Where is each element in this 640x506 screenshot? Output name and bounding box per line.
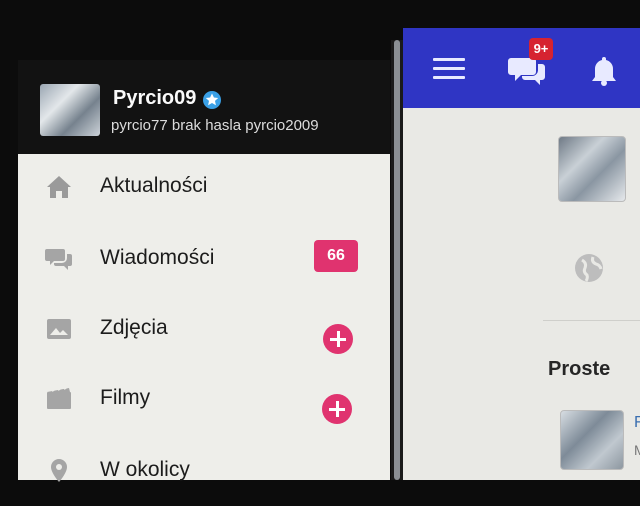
location-pin-icon bbox=[51, 459, 67, 482]
nav-item-aktualnosci[interactable]: Aktualności bbox=[18, 154, 390, 222]
chat-icon bbox=[45, 249, 72, 270]
bell-icon[interactable] bbox=[589, 54, 619, 86]
nav-item-w-okolicy[interactable]: W okolicy bbox=[18, 438, 390, 506]
nav-item-label: Filmy bbox=[100, 386, 151, 409]
app-content: 9+ Proste F M bbox=[403, 28, 640, 480]
photo-icon bbox=[47, 319, 71, 339]
home-icon bbox=[47, 176, 71, 198]
composer-avatar bbox=[558, 136, 626, 202]
nav-item-zdjecia[interactable]: Zdjęcia bbox=[18, 296, 390, 364]
verified-badge-icon bbox=[203, 91, 221, 109]
nav-item-label: W okolicy bbox=[100, 458, 190, 481]
nav-item-filmy[interactable]: Filmy bbox=[18, 366, 390, 434]
drawer-nav-list: Aktualności Wiadomości 66 Zdjęcia Filmy bbox=[18, 154, 390, 482]
profile-name[interactable]: Pyrcio09 bbox=[113, 87, 196, 110]
hamburger-menu-icon[interactable] bbox=[433, 56, 465, 82]
nav-item-wiadomosci[interactable]: Wiadomości 66 bbox=[18, 226, 390, 294]
add-photo-button[interactable] bbox=[323, 324, 353, 354]
messages-count-badge: 66 bbox=[314, 240, 358, 272]
post-avatar[interactable] bbox=[560, 410, 624, 470]
film-icon bbox=[47, 386, 71, 409]
messages-count-badge: 9+ bbox=[529, 38, 553, 60]
nav-item-label: Zdjęcia bbox=[100, 316, 168, 339]
profile-status-text: pyrcio77 brak hasla pyrcio2009 bbox=[111, 117, 319, 134]
drawer-scrollbar[interactable] bbox=[391, 40, 403, 480]
globe-icon[interactable] bbox=[573, 252, 605, 284]
avatar[interactable] bbox=[40, 84, 100, 136]
tab-proste[interactable]: Proste bbox=[548, 358, 610, 381]
nav-item-label: Aktualności bbox=[100, 174, 208, 197]
divider bbox=[543, 320, 640, 321]
drawer-profile-header[interactable]: Pyrcio09 pyrcio77 brak hasla pyrcio2009 bbox=[18, 60, 390, 154]
post-author-snippet[interactable]: F bbox=[634, 414, 640, 432]
post-meta-snippet: M bbox=[634, 442, 640, 458]
nav-item-label: Wiadomości bbox=[100, 246, 215, 269]
top-app-bar: 9+ bbox=[403, 28, 640, 108]
scrollbar-thumb[interactable] bbox=[394, 40, 400, 480]
add-video-button[interactable] bbox=[322, 394, 352, 424]
